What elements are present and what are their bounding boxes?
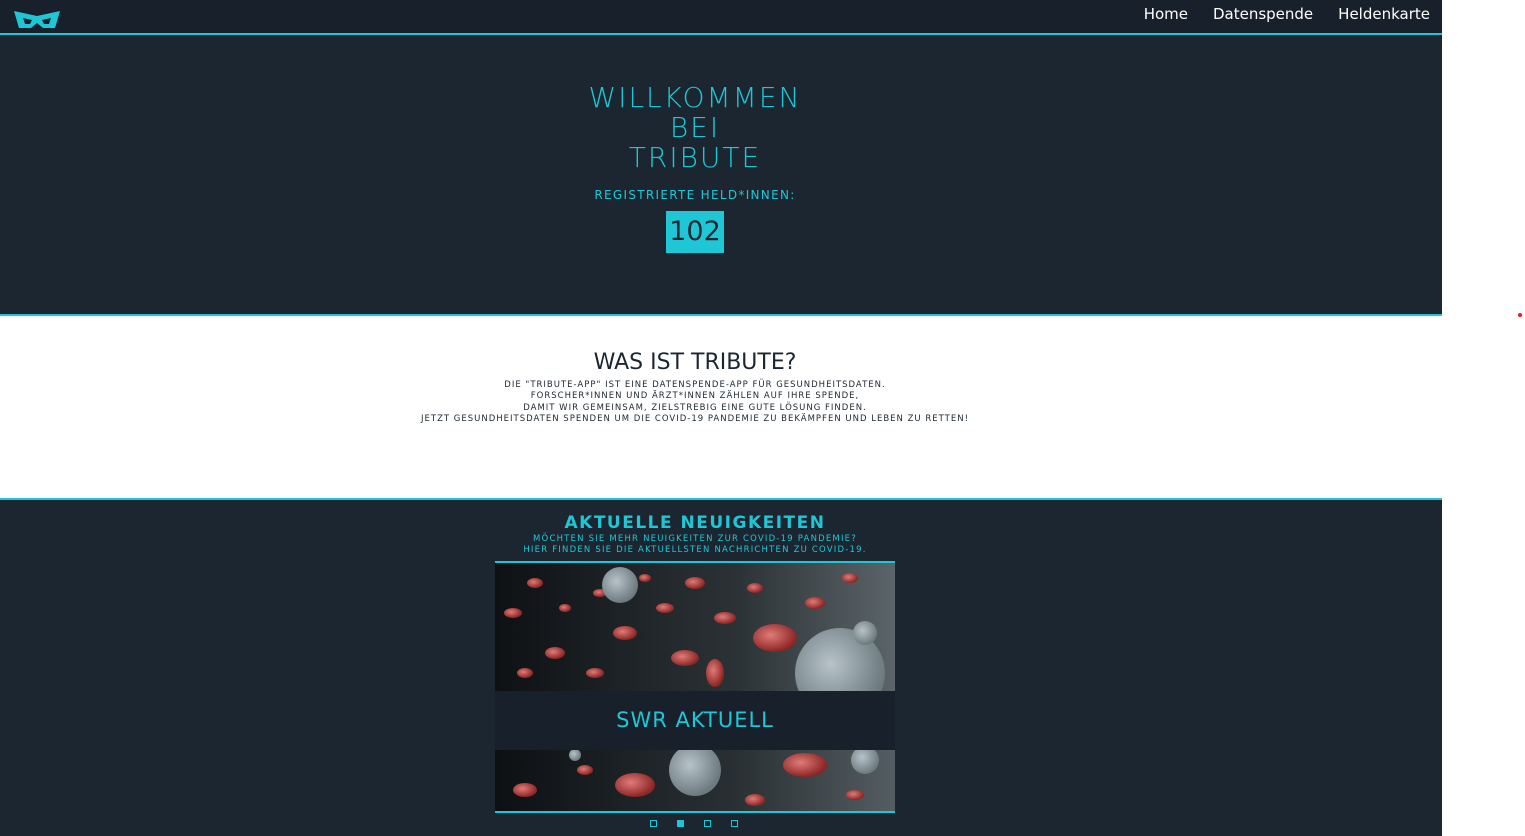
news-subtitle: MÖCHTEN SIE MEHR NEUIGKEITEN ZUR COVID-1… [420,534,970,556]
virus-image [495,563,895,691]
about-text: DIE "TRIBUTE-APP" IST EINE DATENSPENDE-A… [300,380,1090,425]
nav-links: Home Datenspende Heldenkarte [1144,5,1430,23]
carousel-dot-active[interactable] [677,820,684,827]
virus-image [495,750,895,811]
news-carousel[interactable]: SWR AKTUELL [495,561,895,813]
carousel-dot[interactable] [704,820,711,827]
about-section: WAS IST TRIBUTE? DIE "TRIBUTE-APP" IST E… [0,314,1442,500]
slide-caption-bar: SWR AKTUELL [495,691,895,750]
nav-link-home[interactable]: Home [1144,5,1188,23]
about-title: WAS IST TRIBUTE? [593,350,797,375]
carousel-indicators [650,820,750,827]
news-section: AKTUELLE NEUIGKEITEN MÖCHTEN SIE MEHR NE… [0,502,1442,836]
registered-heroes-label: REGISTRIERTE HELD*INNEN: [594,188,796,202]
mask-icon[interactable] [13,9,61,31]
hero-title-line: TRIBUTE [628,141,762,174]
hero-title-line: WILLKOMMEN [588,81,802,114]
news-subtitle-line: MÖCHTEN SIE MEHR NEUIGKEITEN ZUR COVID-1… [533,534,857,544]
page: Home Datenspende Heldenkarte WILLKOMMEN … [0,0,1442,836]
nav-link-datenspende[interactable]: Datenspende [1213,5,1313,23]
registered-heroes-count: 102 [666,211,724,253]
slide-caption[interactable]: SWR AKTUELL [495,708,895,732]
red-dot-marker [1518,313,1522,317]
about-line: JETZT GESUNDHEITSDATEN SPENDEN UM DIE CO… [421,413,969,424]
hero-section: WILLKOMMEN BEI TRIBUTE REGISTRIERTE HELD… [0,35,1442,314]
carousel-dot[interactable] [731,820,738,827]
news-subtitle-line: HIER FINDEN SIE DIE AKTUELLSTEN NACHRICH… [523,545,867,555]
news-title: AKTUELLE NEUIGKEITEN [564,513,826,533]
hero-title: WILLKOMMEN BEI TRIBUTE [495,83,895,173]
about-line: FORSCHER*INNEN UND ÄRZT*INNEN ZÄHLEN AUF… [530,391,860,402]
about-line: DIE "TRIBUTE-APP" IST EINE DATENSPENDE-A… [504,380,886,390]
about-line: DAMIT WIR GEMEINSAM, ZIELSTREBIG EINE GU… [523,402,867,413]
navbar: Home Datenspende Heldenkarte [0,0,1442,35]
nav-link-heldenkarte[interactable]: Heldenkarte [1338,5,1430,23]
carousel-dot[interactable] [650,820,657,827]
hero-title-line: BEI [669,111,721,144]
